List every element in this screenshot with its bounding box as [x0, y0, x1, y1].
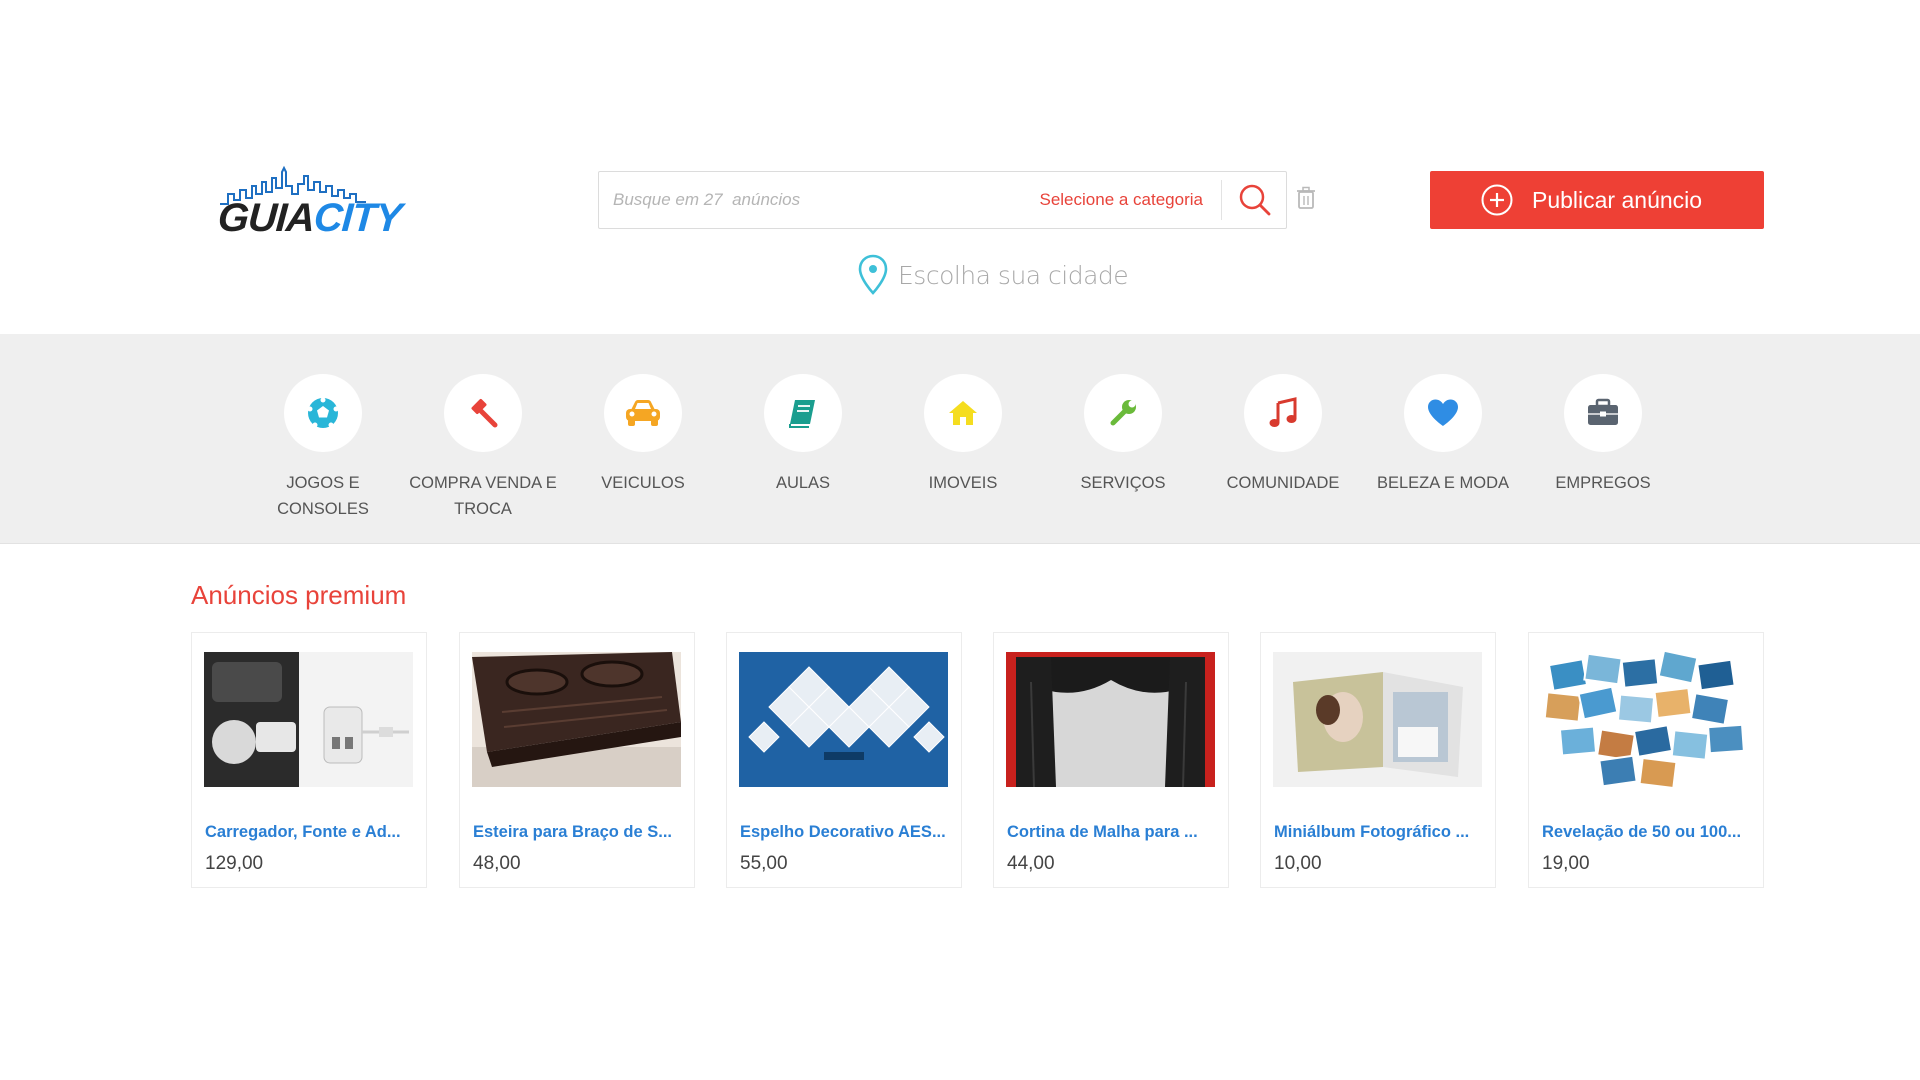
site-header: GUIACITY Selecione a categoria Escolha s… [0, 0, 1920, 334]
premium-section-title: Anúncios premium [191, 580, 407, 610]
category-icon-circle [284, 374, 362, 452]
categories-bar: JOGOS E CONSOLES COMPRA VENDA E TROCA VE… [0, 334, 1920, 544]
category-icon-circle [1404, 374, 1482, 452]
category-label-line: COMPRA VENDA E [409, 474, 557, 492]
category-icon-circle [764, 374, 842, 452]
heart-icon [1428, 399, 1458, 426]
category-label-line: SERVIÇOS [1080, 474, 1166, 492]
briefcase-icon [1588, 398, 1618, 425]
category-comunidade[interactable]: COMUNIDADE [1198, 374, 1368, 496]
product-image[interactable] [1006, 652, 1215, 787]
category-label-line: VEICULOS [601, 474, 685, 492]
product-price: 44,00 [1007, 853, 1055, 874]
logo-wordmark: GUIACITY [216, 196, 403, 240]
category-icon-circle [444, 374, 522, 452]
product-title[interactable]: Espelho Decorativo AES... [740, 823, 952, 842]
publish-ad-button[interactable]: Publicar anúncio [1430, 171, 1764, 229]
city-picker-label: Escolha sua cidade [898, 260, 1129, 290]
category-label-line: CONSOLES [277, 500, 369, 518]
category-icon-circle [924, 374, 1002, 452]
home-icon [949, 401, 977, 425]
product-image[interactable] [472, 652, 681, 787]
premium-card[interactable]: Esteira para Braço de S... 48,00 [459, 632, 695, 888]
location-pin-icon [858, 254, 888, 295]
premium-card[interactable]: Cortina de Malha para ... 44,00 [993, 632, 1229, 888]
category-label: COMPRA VENDA E TROCA [398, 470, 568, 522]
category-servicos[interactable]: SERVIÇOS [1038, 374, 1208, 496]
category-select[interactable]: Selecione a categoria [1035, 172, 1221, 228]
premium-card[interactable]: Espelho Decorativo AES... 55,00 [726, 632, 962, 888]
category-label-line: COMUNIDADE [1226, 474, 1340, 492]
product-image[interactable] [204, 652, 413, 787]
product-price: 48,00 [473, 853, 521, 874]
product-image[interactable] [739, 652, 948, 787]
category-label-line: TROCA [454, 500, 512, 518]
product-title[interactable]: Miniálbum Fotográfico ... [1274, 823, 1486, 842]
category-label: BELEZA E MODA [1358, 470, 1528, 496]
category-label: COMUNIDADE [1198, 470, 1368, 496]
product-title[interactable]: Cortina de Malha para ... [1007, 823, 1219, 842]
clear-search-button[interactable] [1296, 186, 1318, 212]
category-jogos-e-consoles[interactable]: JOGOS E CONSOLES [238, 374, 408, 522]
category-label-line: BELEZA E MODA [1376, 474, 1510, 492]
product-price: 10,00 [1274, 853, 1322, 874]
product-price: 19,00 [1542, 853, 1590, 874]
search-icon [1239, 184, 1271, 216]
guiacity-logo[interactable]: GUIACITY [216, 164, 403, 242]
category-beleza-e-moda[interactable]: BELEZA E MODA [1358, 374, 1528, 496]
wrench-icon [1110, 400, 1136, 426]
premium-card[interactable]: Revelação de 50 ou 100... 19,00 [1528, 632, 1764, 888]
search-input[interactable] [599, 172, 1019, 228]
publish-ad-label: Publicar anúncio [1532, 186, 1703, 213]
soccer-ball-icon [307, 397, 339, 428]
category-label: SERVIÇOS [1038, 470, 1208, 496]
product-title[interactable]: Revelação de 50 ou 100... [1542, 823, 1754, 842]
category-label: IMOVEIS [878, 470, 1048, 496]
category-label-line: IMOVEIS [928, 474, 998, 492]
category-imoveis[interactable]: IMOVEIS [878, 374, 1048, 496]
product-title[interactable]: Carregador, Fonte e Ad... [205, 823, 417, 842]
logo-city-text: CITY [312, 196, 403, 240]
product-image[interactable] [1541, 652, 1750, 787]
plus-circle-icon [1481, 184, 1513, 216]
category-icon-circle [1564, 374, 1642, 452]
logo-guia-text: GUIA [216, 196, 316, 240]
category-label-line: JOGOS E [286, 474, 360, 492]
premium-card[interactable]: Miniálbum Fotográfico ... 10,00 [1260, 632, 1496, 888]
search-button[interactable] [1223, 172, 1287, 228]
category-compra-venda-e-troca[interactable]: COMPRA VENDA E TROCA [398, 374, 568, 522]
category-label: EMPREGOS [1518, 470, 1688, 496]
category-aulas[interactable]: AULAS [718, 374, 888, 496]
category-label: VEICULOS [558, 470, 728, 496]
category-label-line: EMPREGOS [1555, 474, 1651, 492]
search-bar: Selecione a categoria [598, 171, 1287, 229]
trash-icon [1297, 186, 1315, 209]
category-label: JOGOS E CONSOLES [238, 470, 408, 522]
product-price: 129,00 [205, 853, 264, 874]
city-picker[interactable]: Escolha sua cidade [858, 254, 1129, 296]
music-note-icon [1269, 397, 1297, 427]
car-icon [626, 400, 660, 426]
category-label: AULAS [718, 470, 888, 496]
search-divider [1221, 180, 1222, 220]
category-label-line: AULAS [775, 474, 831, 492]
product-title[interactable]: Esteira para Braço de S... [473, 823, 685, 842]
premium-card[interactable]: Carregador, Fonte e Ad... 129,00 [191, 632, 427, 888]
category-empregos[interactable]: EMPREGOS [1518, 374, 1688, 496]
book-icon [789, 400, 815, 428]
category-icon-circle [1244, 374, 1322, 452]
gavel-icon [471, 398, 498, 428]
category-icon-circle [1084, 374, 1162, 452]
category-veiculos[interactable]: VEICULOS [558, 374, 728, 496]
product-image[interactable] [1273, 652, 1482, 787]
product-price: 55,00 [740, 853, 788, 874]
category-icon-circle [604, 374, 682, 452]
